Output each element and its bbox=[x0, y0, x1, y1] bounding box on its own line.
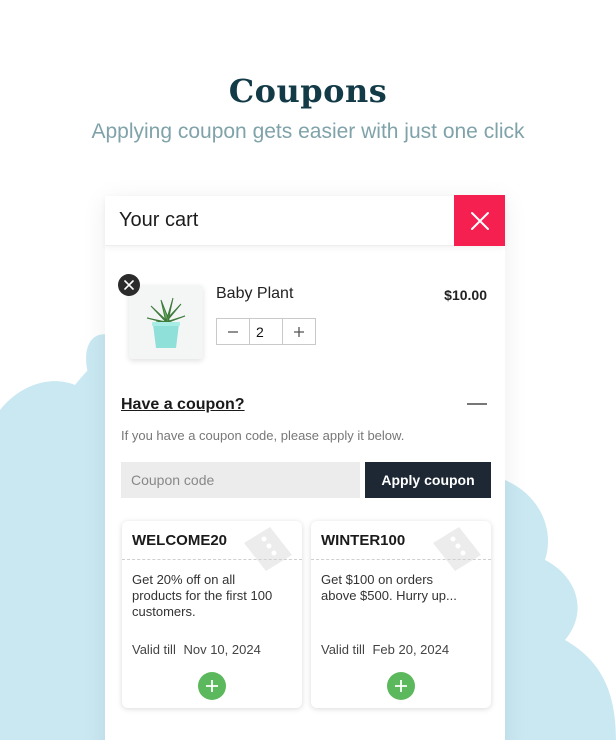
coupon-description: Get 20% off on all products for the firs… bbox=[132, 572, 273, 619]
cart-title: Your cart bbox=[119, 209, 199, 231]
divider bbox=[311, 559, 491, 560]
quantity-stepper: 2 bbox=[216, 318, 316, 345]
coupon-toggle[interactable]: Have a coupon? bbox=[121, 396, 245, 414]
collapse-icon[interactable] bbox=[467, 403, 487, 405]
close-cart-button[interactable] bbox=[454, 195, 505, 246]
close-icon bbox=[124, 280, 134, 290]
product-image bbox=[129, 285, 203, 359]
minus-icon bbox=[228, 330, 238, 333]
quantity-input[interactable]: 2 bbox=[249, 319, 283, 344]
coupon-code: WELCOME20 bbox=[132, 532, 228, 549]
coupon-code-input[interactable] bbox=[121, 462, 360, 498]
divider bbox=[122, 559, 302, 560]
coupon-description: Get $100 on orders above $500. Hurry up.… bbox=[321, 572, 457, 603]
apply-coupon-button[interactable]: Apply coupon bbox=[365, 462, 491, 498]
increase-quantity-button[interactable] bbox=[283, 319, 315, 344]
plus-icon bbox=[206, 680, 218, 692]
close-icon bbox=[470, 211, 489, 230]
cart-header: Your cart bbox=[105, 195, 505, 246]
coupon-validity: Valid till Feb 20, 2024 bbox=[321, 642, 453, 657]
valid-date: Nov 10, 2024 bbox=[183, 642, 261, 657]
valid-label: Valid till bbox=[321, 642, 365, 657]
cart-panel: Your cart Baby Plant $10.00 2 Have a cou… bbox=[105, 195, 505, 740]
item-name: Baby Plant bbox=[216, 285, 294, 302]
coupon-validity: Valid till Nov 10, 2024 bbox=[132, 642, 265, 657]
remove-item-button[interactable] bbox=[118, 274, 140, 296]
decrease-quantity-button[interactable] bbox=[217, 319, 249, 344]
page-title: Coupons bbox=[228, 72, 388, 110]
coupon-card: WINTER100 Get $100 on orders above $500.… bbox=[311, 521, 491, 708]
valid-date: Feb 20, 2024 bbox=[372, 642, 450, 657]
ticket-icon bbox=[244, 527, 292, 571]
ticket-icon bbox=[433, 527, 481, 571]
page-subtitle: Applying coupon gets easier with just on… bbox=[91, 120, 525, 143]
plus-icon bbox=[294, 326, 304, 337]
plus-icon bbox=[395, 680, 407, 692]
coupon-card: WELCOME20 Get 20% off on all products fo… bbox=[122, 521, 302, 708]
add-coupon-button[interactable] bbox=[387, 672, 415, 700]
valid-label: Valid till bbox=[132, 642, 176, 657]
item-price: $10.00 bbox=[444, 287, 487, 303]
potted-succulent-icon bbox=[146, 297, 186, 348]
add-coupon-button[interactable] bbox=[198, 672, 226, 700]
coupon-hint: If you have a coupon code, please apply … bbox=[121, 428, 405, 443]
coupon-code: WINTER100 bbox=[321, 532, 406, 549]
